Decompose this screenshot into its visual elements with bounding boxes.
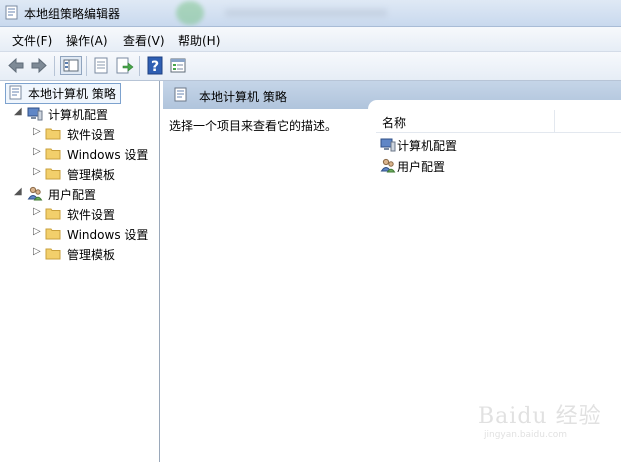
tree-item-label: Windows 设置 <box>67 228 149 242</box>
toolbar-separator <box>54 56 55 76</box>
tree-item-user-software[interactable]: ▷ 软件设置 <box>33 205 155 223</box>
policy-app-icon <box>5 5 18 20</box>
menu-bar: 文件(F) 操作(A) 查看(V) 帮助(H) <box>0 27 621 52</box>
folder-icon <box>45 168 61 180</box>
column-header-name[interactable]: 名称 <box>376 110 621 133</box>
list-item-computer-config[interactable]: 计算机配置 <box>380 136 580 154</box>
menu-help[interactable]: 帮助(H) <box>178 32 220 49</box>
collapsed-arrow-icon[interactable]: ▷ <box>33 146 41 157</box>
filter-view-icon[interactable] <box>168 56 188 75</box>
tree-item-computer-config[interactable]: ◢ 计算机配置 <box>14 105 154 123</box>
list-item-label: 计算机配置 <box>397 139 458 153</box>
list-item-label: 用户配置 <box>397 160 446 174</box>
window-title: 本地组策略编辑器 <box>24 7 121 21</box>
policy-doc-icon <box>9 85 22 100</box>
blurred-overlay-text <box>225 9 387 17</box>
folder-icon <box>45 128 61 140</box>
tree-item-user-templates[interactable]: ▷ 管理模板 <box>33 245 155 263</box>
export-list-icon[interactable] <box>114 56 134 75</box>
folder-icon <box>45 248 61 260</box>
description-text: 选择一个项目来查看它的描述。 <box>169 119 338 133</box>
blurred-overlay-icon <box>176 1 204 25</box>
tree-item-label: Windows 设置 <box>67 148 149 162</box>
toolbar-separator <box>86 56 87 76</box>
folder-icon <box>45 228 61 240</box>
back-icon[interactable] <box>6 56 26 75</box>
menu-file[interactable]: 文件(F) <box>12 32 52 49</box>
title-bar: 本地组策略编辑器 <box>0 0 621 27</box>
tree-item-label: 软件设置 <box>67 128 116 142</box>
menu-action[interactable]: 操作(A) <box>66 32 108 49</box>
tree-item-computer-windows[interactable]: ▷ Windows 设置 <box>33 145 155 163</box>
folder-icon <box>45 148 61 160</box>
column-header-label: 名称 <box>382 116 407 130</box>
collapsed-arrow-icon[interactable]: ▷ <box>33 226 41 237</box>
collapsed-arrow-icon[interactable]: ▷ <box>33 246 41 257</box>
folder-icon <box>45 208 61 220</box>
tree-item-label: 本地计算机 策略 <box>28 87 116 101</box>
collapsed-arrow-icon[interactable]: ▷ <box>33 166 41 177</box>
collapsed-arrow-icon[interactable]: ▷ <box>33 206 41 217</box>
list-item-user-config[interactable]: 用户配置 <box>380 157 580 175</box>
collapsed-arrow-icon[interactable]: ▷ <box>33 126 41 137</box>
watermark-url: jingyan.baidu.com <box>484 430 568 440</box>
tree-item-label: 管理模板 <box>67 168 116 182</box>
baidu-watermark: Baidu 经验 jingyan.baidu.com <box>478 398 618 446</box>
svg-text:?: ? <box>151 59 159 75</box>
tree-item-computer-software[interactable]: ▷ 软件设置 <box>33 125 155 143</box>
menu-view[interactable]: 查看(V) <box>123 32 165 49</box>
tree-item-user-windows[interactable]: ▷ Windows 设置 <box>33 225 155 243</box>
tree-item-label: 管理模板 <box>67 248 116 262</box>
properties-icon[interactable] <box>91 56 111 75</box>
users-icon <box>27 186 43 201</box>
show-tree-icon[interactable] <box>60 56 82 75</box>
computer-icon <box>380 138 396 152</box>
toolbar: ? <box>0 52 621 81</box>
forward-icon[interactable] <box>29 56 49 75</box>
expanded-arrow-icon[interactable]: ◢ <box>14 106 22 117</box>
tree-item-computer-templates[interactable]: ▷ 管理模板 <box>33 165 155 183</box>
help-icon[interactable]: ? <box>145 56 165 75</box>
watermark-brand: Baidu 经验 <box>478 404 602 429</box>
toolbar-separator <box>139 56 140 76</box>
tree-pane[interactable]: 本地计算机 策略 ◢ 计算机配置 ▷ 软件设置 ▷ Windows 设置 ▷ 管… <box>0 81 160 462</box>
computer-icon <box>27 107 43 121</box>
details-header-title: 本地计算机 策略 <box>199 90 287 104</box>
column-divider[interactable] <box>554 110 555 132</box>
policy-doc-icon <box>174 87 187 102</box>
tree-item-label: 计算机配置 <box>48 108 109 122</box>
tree-item-label: 用户配置 <box>48 188 97 202</box>
tree-item-label: 软件设置 <box>67 208 116 222</box>
tree-item-user-config[interactable]: ◢ 用户配置 <box>14 185 154 203</box>
users-icon <box>380 158 396 173</box>
expanded-arrow-icon[interactable]: ◢ <box>14 186 22 197</box>
